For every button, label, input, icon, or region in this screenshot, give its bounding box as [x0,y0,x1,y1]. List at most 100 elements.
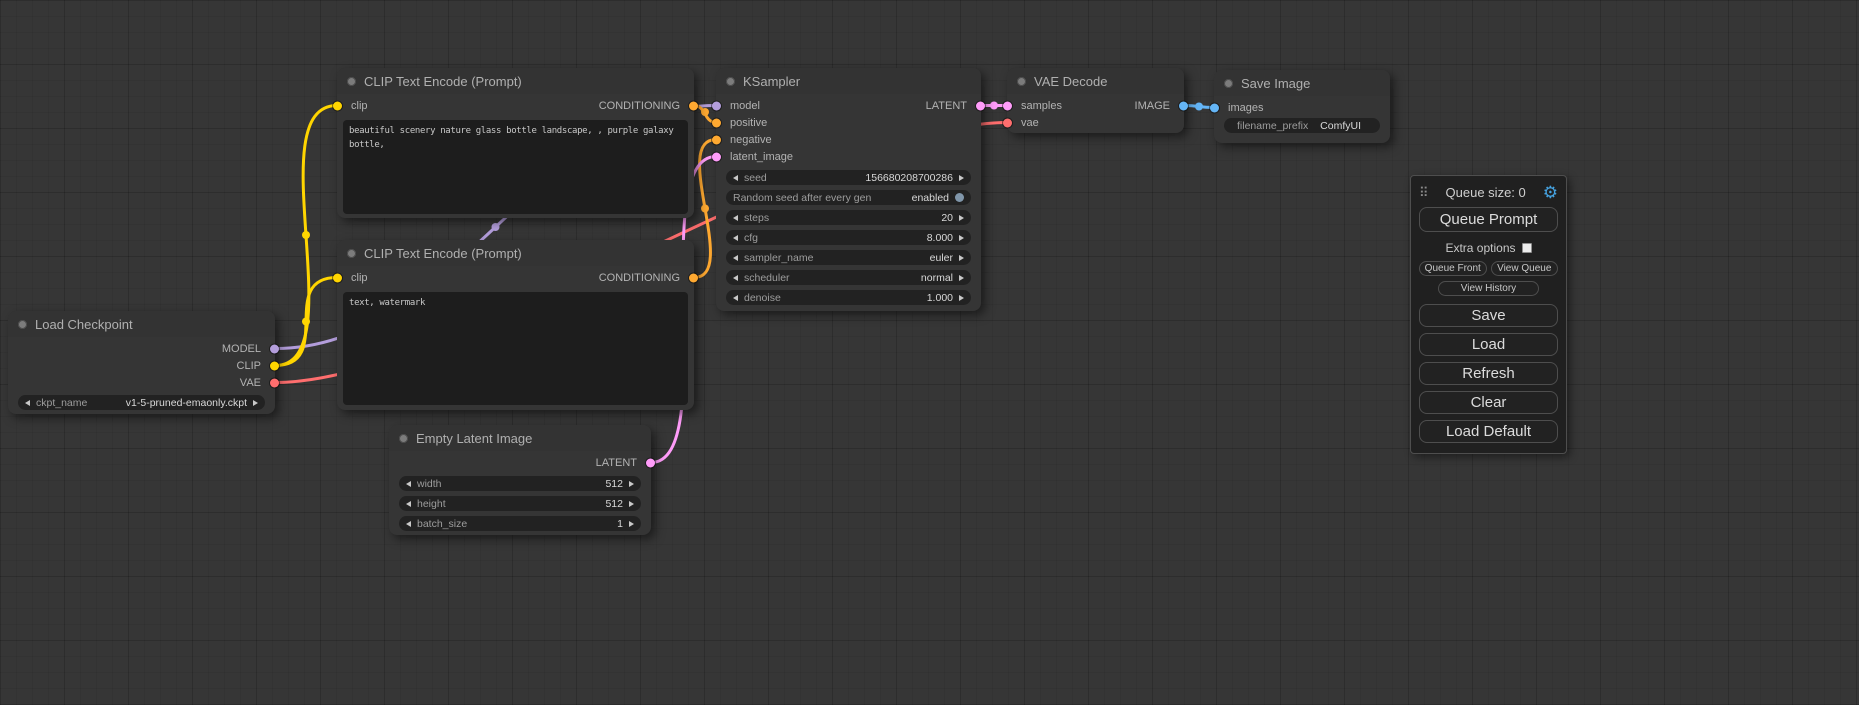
input-port-clip[interactable] [333,273,342,282]
node-status-dot [347,77,356,86]
random-seed-toggle-widget[interactable]: Random seed after every gen enabled [726,190,971,205]
cfg-widget[interactable]: cfg 8.000 [726,230,971,245]
prompt-text-area[interactable]: text, watermark [343,292,688,405]
widget-value: 8.000 [927,232,953,244]
node-title-bar[interactable]: CLIP Text Encode (Prompt) [337,240,694,266]
increment-arrow-icon[interactable] [959,275,964,281]
output-port-model[interactable] [270,344,279,353]
node-title-bar[interactable]: Save Image [1214,70,1390,96]
output-label-clip: CLIP [237,360,261,372]
load-default-button[interactable]: Load Default [1419,420,1558,443]
input-port-positive[interactable] [712,118,721,127]
batch-size-widget[interactable]: batch_size 1 [399,516,641,531]
increment-arrow-icon[interactable] [629,481,634,487]
increment-arrow-icon[interactable] [959,235,964,241]
node-title-bar[interactable]: KSampler [716,68,981,94]
decrement-arrow-icon[interactable] [733,255,738,261]
port-row: positive [716,114,981,131]
prompt-text-area[interactable]: beautiful scenery nature glass bottle la… [343,120,688,214]
load-button[interactable]: Load [1419,333,1558,356]
node-title-bar[interactable]: Load Checkpoint [8,311,275,337]
view-queue-button[interactable]: View Queue [1491,261,1559,276]
save-button[interactable]: Save [1419,304,1558,327]
ckpt-name-widget[interactable]: ckpt_name v1-5-pruned-emaonly.ckpt [18,395,265,410]
increment-arrow-icon[interactable] [629,521,634,527]
decrement-arrow-icon[interactable] [406,501,411,507]
increment-arrow-icon[interactable] [253,400,258,406]
node-title: KSampler [743,74,800,89]
decrement-arrow-icon[interactable] [25,400,30,406]
queue-front-button[interactable]: Queue Front [1419,261,1487,276]
extra-options-checkbox[interactable] [1522,243,1532,253]
settings-gear-icon[interactable] [1543,184,1558,201]
clear-button[interactable]: Clear [1419,391,1558,414]
decrement-arrow-icon[interactable] [733,175,738,181]
drag-handle-icon[interactable] [1419,186,1429,199]
input-port-vae[interactable] [1003,118,1012,127]
output-port-conditioning[interactable] [689,273,698,282]
wire-clip-negative [275,278,337,366]
port-row: VAE [8,374,275,391]
input-port-latent-image[interactable] [712,152,721,161]
decrement-arrow-icon[interactable] [733,275,738,281]
node-clip-text-encode-negative[interactable]: CLIP Text Encode (Prompt) clip CONDITION… [337,240,694,410]
output-port-latent[interactable] [646,458,655,467]
widget-value: 512 [605,478,623,490]
node-title-bar[interactable]: Empty Latent Image [389,425,651,451]
toggle-on-indicator[interactable] [955,193,964,202]
input-port-clip[interactable] [333,101,342,110]
node-empty-latent-image[interactable]: Empty Latent Image LATENT width 512 heig… [389,425,651,535]
steps-widget[interactable]: steps 20 [726,210,971,225]
input-port-model[interactable] [712,101,721,110]
node-ksampler[interactable]: KSampler model LATENT positive negative … [716,68,981,311]
decrement-arrow-icon[interactable] [406,521,411,527]
decrement-arrow-icon[interactable] [733,295,738,301]
output-label-latent: LATENT [596,457,637,469]
link-dot [1195,103,1203,111]
output-port-image[interactable] [1179,101,1188,110]
decrement-arrow-icon[interactable] [406,481,411,487]
input-label-latent-image: latent_image [730,151,793,163]
input-port-negative[interactable] [712,135,721,144]
seed-widget[interactable]: seed 156680208700286 [726,170,971,185]
node-save-image[interactable]: Save Image images filename_prefix ComfyU… [1214,70,1390,143]
port-row: model LATENT [716,97,981,114]
output-port-conditioning[interactable] [689,101,698,110]
refresh-button[interactable]: Refresh [1419,362,1558,385]
queue-menu-panel[interactable]: Queue size: 0 Queue Prompt Extra options… [1410,175,1567,454]
node-title: CLIP Text Encode (Prompt) [364,246,522,261]
increment-arrow-icon[interactable] [959,255,964,261]
increment-arrow-icon[interactable] [959,295,964,301]
node-vae-decode[interactable]: VAE Decode samples IMAGE vae [1007,68,1184,133]
width-widget[interactable]: width 512 [399,476,641,491]
decrement-arrow-icon[interactable] [733,215,738,221]
node-canvas[interactable]: Load Checkpoint MODEL CLIP VAE ckpt_name… [0,0,1859,705]
input-port-samples[interactable] [1003,101,1012,110]
queue-prompt-button[interactable]: Queue Prompt [1419,207,1558,232]
scheduler-widget[interactable]: scheduler normal [726,270,971,285]
increment-arrow-icon[interactable] [629,501,634,507]
node-title-bar[interactable]: CLIP Text Encode (Prompt) [337,68,694,94]
output-port-vae[interactable] [270,378,279,387]
node-load-checkpoint[interactable]: Load Checkpoint MODEL CLIP VAE ckpt_name… [8,311,275,414]
height-widget[interactable]: height 512 [399,496,641,511]
node-clip-text-encode-positive[interactable]: CLIP Text Encode (Prompt) clip CONDITION… [337,68,694,218]
sampler-name-widget[interactable]: sampler_name euler [726,250,971,265]
widget-value: 156680208700286 [865,172,953,184]
widget-name: denoise [744,292,781,304]
output-port-latent[interactable] [976,101,985,110]
decrement-arrow-icon[interactable] [733,235,738,241]
input-port-images[interactable] [1210,103,1219,112]
output-port-clip[interactable] [270,361,279,370]
menu-header: Queue size: 0 [1419,181,1558,203]
view-history-button[interactable]: View History [1438,281,1538,296]
node-title-bar[interactable]: VAE Decode [1007,68,1184,94]
increment-arrow-icon[interactable] [959,175,964,181]
port-row: clip CONDITIONING [337,269,694,286]
output-label-conditioning: CONDITIONING [599,272,680,284]
widget-name: batch_size [417,518,467,530]
denoise-widget[interactable]: denoise 1.000 [726,290,971,305]
filename-prefix-widget[interactable]: filename_prefix ComfyUI [1224,118,1380,133]
output-label-conditioning: CONDITIONING [599,100,680,112]
increment-arrow-icon[interactable] [959,215,964,221]
